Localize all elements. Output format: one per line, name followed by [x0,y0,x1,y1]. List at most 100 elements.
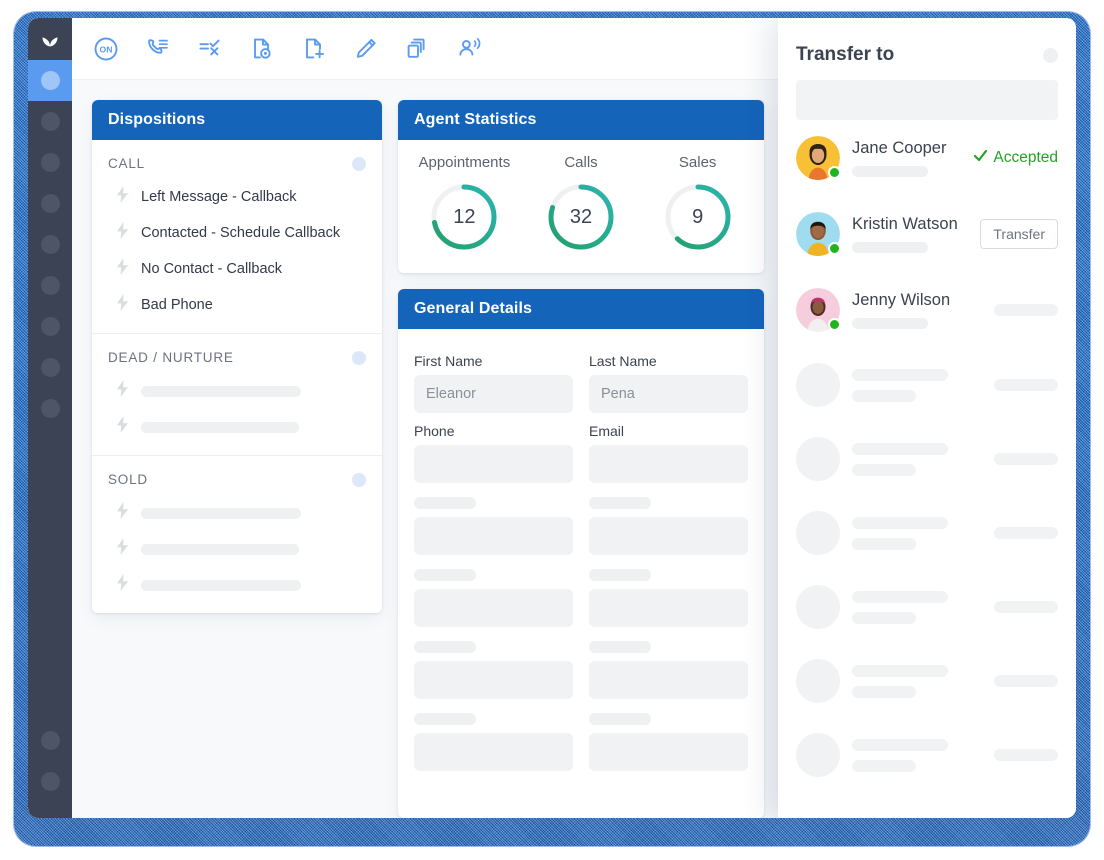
transfer-contact-info: Jenny Wilson [852,291,982,329]
disposition-group-toggle[interactable] [352,350,366,365]
sidebar-nav-item-5[interactable] [28,224,72,265]
sidebar-nav-item-2[interactable] [28,101,72,142]
bolt-icon [116,502,129,524]
screenshot-frame: ON Dispositions CALL Left Message - Callb… [0,0,1104,860]
field-placeholder [414,627,573,699]
bolt-icon [116,574,129,596]
disposition-item[interactable] [92,531,382,567]
sidebar-nav-bottom-1[interactable] [28,720,72,761]
field-label-placeholder [414,569,476,581]
presence-indicator [828,166,841,179]
transfer-title: Transfer to [796,44,895,65]
transfer-contact-row[interactable]: Jenny Wilson [796,272,1058,348]
disposition-group-toggle[interactable] [352,472,366,487]
toolbar-check-cross-list[interactable] [192,31,228,67]
avatar-placeholder [796,511,840,555]
field-placeholder [589,699,748,771]
disposition-group-title: CALL [108,156,145,171]
disposition-item[interactable]: Bad Phone [92,287,382,323]
transfer-name-placeholder [852,516,948,529]
transfer-contact-info: Jane Cooper [852,139,961,177]
sidebar-dot-icon [40,772,60,791]
disposition-item-label: Bad Phone [141,297,213,313]
disposition-item[interactable]: No Contact - Callback [92,251,382,287]
transfer-close-icon[interactable] [1043,47,1058,63]
sidebar-nav-item-8[interactable] [28,347,72,388]
transfer-contact-row[interactable]: Jane Cooper Accepted [796,120,1058,196]
field-input-placeholder[interactable] [589,661,748,699]
stat-sales: Sales 9 [639,154,756,253]
sidebar-nav-item-7[interactable] [28,306,72,347]
stat-value: 9 [692,205,704,228]
field-label-placeholder [589,497,651,509]
transfer-action-placeholder [994,527,1058,539]
disposition-group: CALL Left Message - Callback Contacted - S… [92,140,382,334]
transfer-subtitle-placeholder [852,759,916,772]
agent-statistics-card: Agent Statistics Appointments 12 Calls 32 Sa… [398,100,764,273]
transfer-name-placeholder [852,590,948,603]
disposition-item-label: No Contact - Callback [141,261,283,277]
transfer-contact-row[interactable]: Kristin Watson Transfer [796,196,1058,272]
transfer-placeholder-row [796,570,1058,644]
field-email: Email [589,413,748,483]
disposition-group-header: CALL [92,146,382,179]
sidebar-nav-item-9[interactable] [28,388,72,429]
sidebar-nav-item-3[interactable] [28,142,72,183]
field-label: Email [589,423,625,439]
sidebar-nav-item-1[interactable] [28,60,72,101]
disposition-item[interactable]: Left Message - Callback [92,179,382,215]
toolbar-copy[interactable] [400,31,436,67]
sidebar-dot-icon [40,358,60,377]
field-input-placeholder[interactable] [589,733,748,771]
disposition-item[interactable] [92,409,382,445]
transfer-info-placeholder [852,738,982,772]
app-logo [28,18,72,60]
field-input[interactable]: Eleanor [414,375,573,413]
sidebar-dot-icon [40,731,60,750]
field-placeholder [414,699,573,771]
toolbar-pencil[interactable] [348,31,384,67]
bolt-icon [116,258,129,280]
field-input-placeholder[interactable] [589,589,748,627]
stat-label: Appointments [418,154,511,171]
avatar-placeholder [796,363,840,407]
sidebar [28,18,72,818]
disposition-group-toggle[interactable] [352,156,366,171]
disposition-item-label: Left Message - Callback [141,189,297,205]
transfer-action-placeholder [994,304,1058,316]
leaf-logo-icon [42,37,58,47]
sidebar-nav-item-6[interactable] [28,265,72,306]
disposition-group-title: DEAD / NURTURE [108,350,234,365]
field-input-placeholder[interactable] [414,661,573,699]
toolbar-on-status[interactable]: ON [88,31,124,67]
field-input[interactable]: Pena [589,375,748,413]
field-input-placeholder[interactable] [414,733,573,771]
field-input[interactable] [589,445,748,483]
dispositions-column: Dispositions CALL Left Message - Callback… [92,100,382,818]
field-input-placeholder[interactable] [414,589,573,627]
transfer-name-placeholder [852,738,948,751]
disposition-item[interactable] [92,373,382,409]
transfer-info-placeholder [852,590,982,624]
check-cross-list-icon [197,36,223,62]
toolbar-document-add[interactable] [296,31,332,67]
field-label-placeholder [589,713,651,725]
transfer-action-placeholder [994,453,1058,465]
sidebar-nav-bottom-2[interactable] [28,761,72,802]
transfer-search-input[interactable] [796,80,1058,120]
transfer-button[interactable]: Transfer [980,219,1058,249]
field-input-placeholder[interactable] [414,517,573,555]
disposition-item[interactable]: Contacted - Schedule Callback [92,215,382,251]
toolbar-phone-list[interactable] [140,31,176,67]
disposition-item[interactable] [92,567,382,603]
toolbar-person-broadcast[interactable] [452,31,488,67]
field-input-placeholder[interactable] [589,517,748,555]
transfer-contact-name: Jenny Wilson [852,291,951,309]
transfer-subtitle-placeholder [852,685,916,698]
toolbar-document-view[interactable] [244,31,280,67]
disposition-item[interactable] [92,495,382,531]
disposition-item-placeholder [141,543,299,555]
field-input[interactable] [414,445,573,483]
field-label-placeholder [414,497,476,509]
sidebar-nav-item-4[interactable] [28,183,72,224]
